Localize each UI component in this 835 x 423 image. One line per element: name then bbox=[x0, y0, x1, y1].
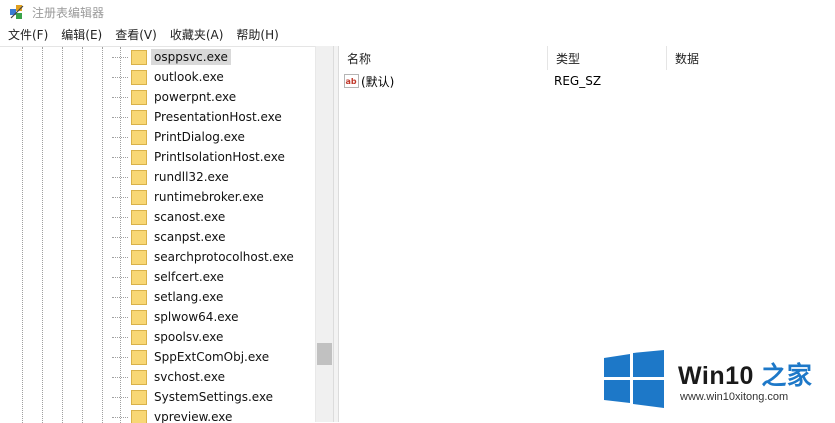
tree-item-label: PresentationHost.exe bbox=[151, 109, 285, 125]
folder-icon bbox=[131, 210, 147, 225]
folder-icon bbox=[131, 50, 147, 65]
folder-icon bbox=[131, 330, 147, 345]
tree-item-label: scanost.exe bbox=[151, 209, 228, 225]
tree-guide-line bbox=[22, 47, 23, 423]
tree-item-label: vpreview.exe bbox=[151, 409, 235, 423]
folder-icon bbox=[131, 130, 147, 145]
tree-item-outlook[interactable]: outlook.exe bbox=[112, 67, 316, 87]
folder-icon bbox=[131, 190, 147, 205]
tree-guide-line bbox=[102, 47, 103, 423]
menu-bar: 文件(F) 编辑(E) 查看(V) 收藏夹(A) 帮助(H) bbox=[0, 25, 835, 44]
column-header-label: 数据 bbox=[675, 50, 699, 67]
tree-item-presentationhost[interactable]: PresentationHost.exe bbox=[112, 107, 316, 127]
tree-item-setlang[interactable]: setlang.exe bbox=[112, 287, 316, 307]
tree-item-label: spoolsv.exe bbox=[151, 329, 226, 345]
tree-guide-line bbox=[82, 47, 83, 423]
tree-item-printdialog[interactable]: PrintDialog.exe bbox=[112, 127, 316, 147]
tree-item-runtimebroker[interactable]: runtimebroker.exe bbox=[112, 187, 316, 207]
menu-file[interactable]: 文件(F) bbox=[0, 26, 53, 43]
tree-item-label: SppExtComObj.exe bbox=[151, 349, 272, 365]
tree-item-svchost[interactable]: svchost.exe bbox=[112, 367, 316, 387]
value-type: REG_SZ bbox=[554, 74, 601, 88]
string-value-icon: ab bbox=[344, 74, 359, 88]
tree-item-label: PrintIsolationHost.exe bbox=[151, 149, 288, 165]
tree-item-powerpnt[interactable]: powerpnt.exe bbox=[112, 87, 316, 107]
tree-item-printisolationhost[interactable]: PrintIsolationHost.exe bbox=[112, 147, 316, 167]
scrollbar-thumb[interactable] bbox=[317, 343, 332, 365]
folder-icon bbox=[131, 390, 147, 405]
tree-item-scanpst[interactable]: scanpst.exe bbox=[112, 227, 316, 247]
value-type-cell: REG_SZ bbox=[554, 71, 664, 91]
folder-icon bbox=[131, 310, 147, 325]
title-bar: 注册表编辑器 bbox=[0, 0, 835, 24]
tree-item-spoolsv[interactable]: spoolsv.exe bbox=[112, 327, 316, 347]
watermark-brand-prefix: Win10 bbox=[678, 362, 761, 390]
folder-icon bbox=[131, 290, 147, 305]
tree-item-selfcert[interactable]: selfcert.exe bbox=[112, 267, 316, 287]
tree-item-label: outlook.exe bbox=[151, 69, 227, 85]
folder-icon bbox=[131, 370, 147, 385]
menu-help[interactable]: 帮助(H) bbox=[228, 26, 283, 43]
menu-edit[interactable]: 编辑(E) bbox=[53, 26, 107, 43]
tree-item-label: powerpnt.exe bbox=[151, 89, 239, 105]
regedit-app-icon bbox=[9, 4, 25, 20]
column-header-label: 类型 bbox=[556, 50, 580, 67]
column-header-data[interactable]: 数据 bbox=[667, 46, 835, 70]
folder-icon bbox=[131, 90, 147, 105]
tree-item-systemsettings[interactable]: SystemSettings.exe bbox=[112, 387, 316, 407]
folder-icon bbox=[131, 150, 147, 165]
folder-icon bbox=[131, 70, 147, 85]
folder-icon bbox=[131, 110, 147, 125]
value-name: (默认) bbox=[361, 73, 394, 90]
windows-logo-icon bbox=[604, 350, 664, 408]
tree-item-label: rundll32.exe bbox=[151, 169, 232, 185]
menu-view[interactable]: 查看(V) bbox=[107, 26, 162, 43]
menu-favorites[interactable]: 收藏夹(A) bbox=[162, 26, 229, 43]
tree-item-osppsvc[interactable]: osppsvc.exe bbox=[112, 47, 316, 67]
tree-item-label: SystemSettings.exe bbox=[151, 389, 276, 405]
tree-item-searchprotocolhost[interactable]: searchprotocolhost.exe bbox=[112, 247, 316, 267]
watermark-brand-suffix: 之家 bbox=[761, 362, 812, 390]
column-header-name[interactable]: 名称 bbox=[339, 46, 548, 70]
window-title: 注册表编辑器 bbox=[32, 4, 104, 21]
value-row[interactable]: ab (默认) REG_SZ bbox=[339, 71, 835, 91]
tree-guide-line bbox=[62, 47, 63, 423]
tree-guide-line bbox=[42, 47, 43, 423]
tree-item-sppextcomobj[interactable]: SppExtComObj.exe bbox=[112, 347, 316, 367]
tree-item-label: runtimebroker.exe bbox=[151, 189, 267, 205]
tree-item-label: splwow64.exe bbox=[151, 309, 242, 325]
tree-item-splwow64[interactable]: splwow64.exe bbox=[112, 307, 316, 327]
svg-text:ab: ab bbox=[346, 77, 357, 86]
tree-item-label: svchost.exe bbox=[151, 369, 228, 385]
tree-item-label: PrintDialog.exe bbox=[151, 129, 248, 145]
column-header-label: 名称 bbox=[347, 50, 371, 67]
tree-item-label: scanpst.exe bbox=[151, 229, 228, 245]
watermark-url: www.win10xitong.com bbox=[680, 391, 788, 403]
value-data-cell bbox=[674, 71, 824, 91]
folder-icon bbox=[131, 230, 147, 245]
tree-item-vpreview[interactable]: vpreview.exe bbox=[112, 407, 316, 423]
tree-scrollbar[interactable] bbox=[315, 46, 333, 422]
registry-tree[interactable]: osppsvc.exe outlook.exe powerpnt.exe Pre… bbox=[0, 46, 333, 423]
folder-icon bbox=[131, 350, 147, 365]
watermark-brand: Win10 之家 bbox=[678, 356, 812, 392]
folder-icon bbox=[131, 170, 147, 185]
tree-item-label: osppsvc.exe bbox=[151, 49, 231, 65]
tree-item-label: setlang.exe bbox=[151, 289, 226, 305]
folder-icon bbox=[131, 250, 147, 265]
tree-item-scanost[interactable]: scanost.exe bbox=[112, 207, 316, 227]
tree-item-label: selfcert.exe bbox=[151, 269, 227, 285]
folder-icon bbox=[131, 410, 147, 423]
tree-item-rundll32[interactable]: rundll32.exe bbox=[112, 167, 316, 187]
value-name-cell: ab (默认) bbox=[344, 71, 544, 91]
column-header-type[interactable]: 类型 bbox=[548, 46, 667, 70]
watermark: Win10 之家 www.win10xitong.com bbox=[600, 348, 835, 408]
folder-icon bbox=[131, 270, 147, 285]
tree-item-label: searchprotocolhost.exe bbox=[151, 249, 297, 265]
